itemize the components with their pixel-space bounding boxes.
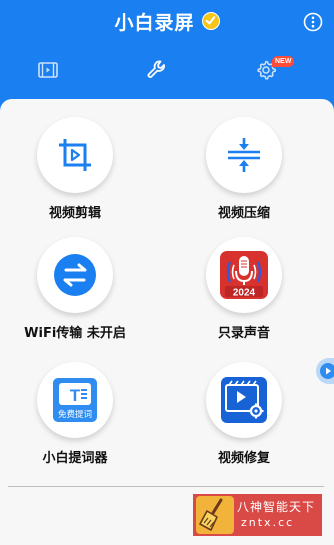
tool-label: WiFi传输 未开启 [24, 326, 126, 341]
tool-wifi-transfer[interactable]: WiFi传输 未开启 [10, 237, 140, 341]
crop-video-icon [59, 139, 91, 171]
transfer-arrows-icon [54, 254, 96, 296]
tool-icon-circle[interactable] [37, 237, 113, 313]
tool-video-repair[interactable]: 视频修复 [179, 362, 309, 466]
compress-icon [228, 138, 260, 172]
teleprompter-icon: T 免费提词 [53, 378, 97, 422]
svg-text:T: T [70, 386, 81, 405]
tool-label: 视频剪辑 [48, 206, 101, 221]
video-film-icon [38, 62, 58, 78]
tool-icon-circle[interactable] [206, 117, 282, 193]
tool-label: 视频修复 [217, 451, 270, 466]
content-divider [8, 486, 324, 487]
tool-icon-circle[interactable] [206, 362, 282, 438]
tool-icon-circle[interactable]: 2024 [206, 237, 282, 313]
tool-audio-only[interactable]: 2024 只录声音 [179, 237, 309, 341]
play-icon [320, 363, 334, 379]
watermark-line2: zntx.cc [241, 516, 295, 529]
new-badge: NEW [272, 56, 295, 67]
app-title: 小白录屏 [114, 12, 195, 34]
tool-video-compress[interactable]: 视频压缩 [179, 117, 309, 221]
mic-year-text: 2024 [233, 288, 256, 299]
teleprompter-icon-text: 免费提词 [58, 409, 92, 420]
app-header: 小白录屏 NEW [0, 0, 334, 141]
tool-video-edit[interactable]: 视频剪辑 [10, 117, 140, 221]
tab-video[interactable] [34, 56, 62, 84]
broom-logo-icon [196, 496, 234, 534]
watermark-line1: 八神智能天下 [237, 500, 316, 514]
wrench-icon [147, 60, 165, 78]
tool-icon-circle[interactable] [37, 117, 113, 193]
tool-label: 视频压缩 [217, 206, 270, 221]
tool-label: 只录声音 [217, 326, 270, 341]
watermark-text: 八神智能天下 zntx.cc [237, 500, 315, 530]
video-repair-icon [221, 377, 267, 423]
tool-teleprompter[interactable]: T 免费提词 小白提词器 [10, 362, 140, 466]
microphone-icon: 2024 [220, 251, 268, 299]
title-area: 小白录屏 [0, 8, 334, 35]
more-vertical-icon[interactable] [303, 12, 323, 32]
verified-check-icon [201, 11, 220, 30]
watermark: 八神智能天下 zntx.cc [193, 494, 322, 536]
tool-icon-circle[interactable]: T 免费提词 [37, 362, 113, 438]
tab-tools[interactable] [143, 56, 171, 84]
tool-label: 小白提词器 [42, 451, 108, 466]
